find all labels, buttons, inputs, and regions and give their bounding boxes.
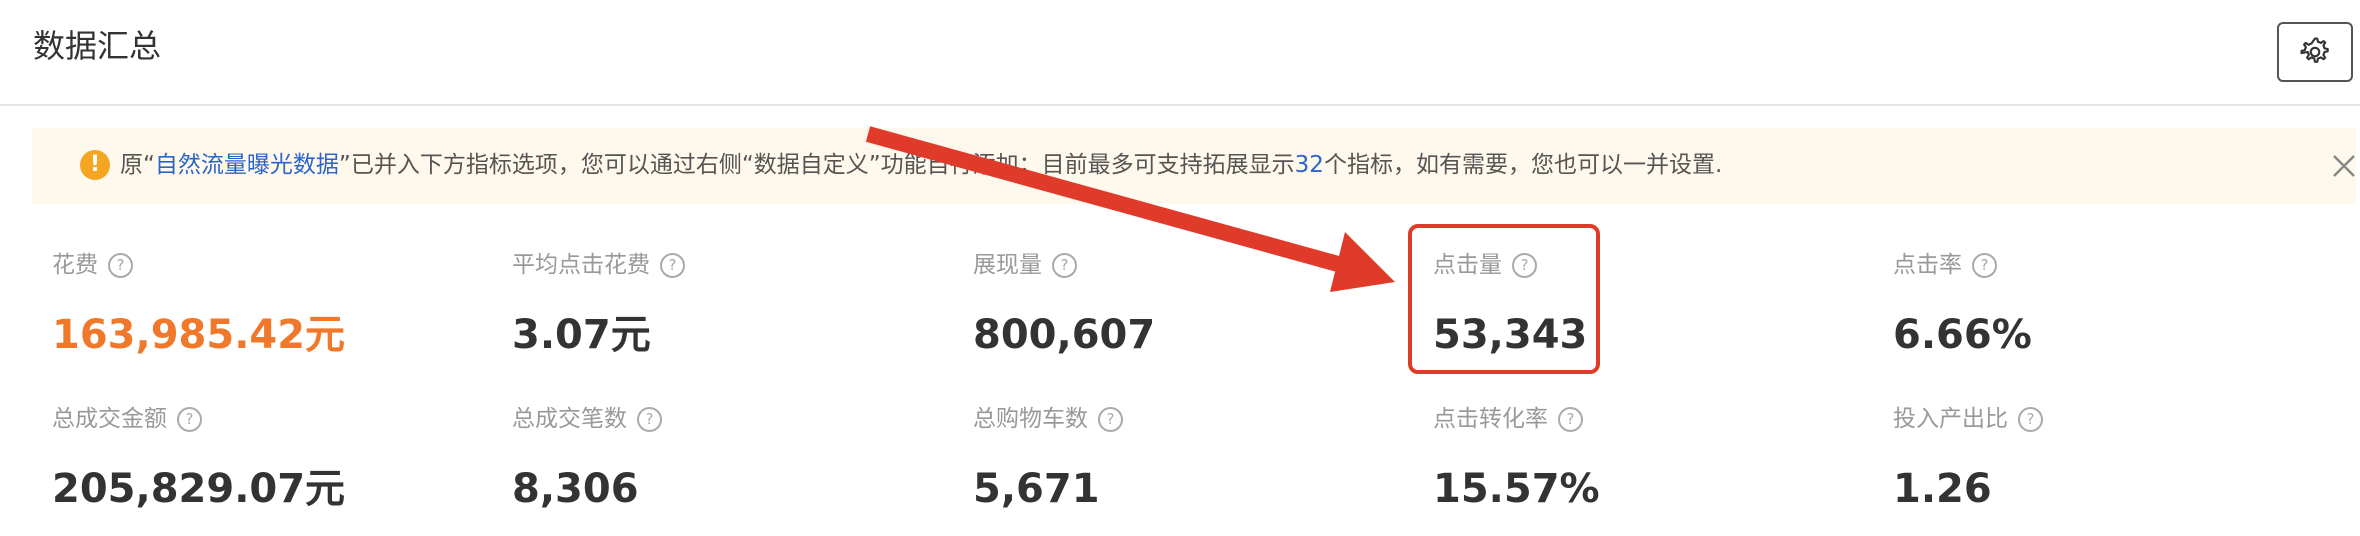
notice-middle: ”已并入下方指标选项，您可以通过右侧“数据自定义”功能自行添加；目前最多可支持拓… [338,152,1295,178]
help-icon[interactable]: ? [177,406,202,432]
metric-roi: 投入产出比 ? 1.26 [1893,404,2313,514]
metric-value: 3.07元 [512,312,651,358]
help-icon[interactable]: ? [660,252,685,278]
help-icon[interactable]: ? [1972,252,1997,278]
metric-value: 205,829.07元 [52,466,346,512]
settings-button[interactable] [2277,22,2353,82]
metric-value: 15.57% [1433,466,1600,512]
metric-label: 展现量 [973,252,1042,278]
notice-prefix: 原“ [120,152,155,178]
metric-total-sales-amount: 总成交金额 ? 205,829.07元 [52,404,472,514]
help-icon[interactable]: ? [1098,406,1123,432]
metric-total-orders: 总成交笔数 ? 8,306 [512,404,932,514]
metric-click-rate: 点击率 ? 6.66% [1893,250,2313,360]
metric-label: 总成交金额 [52,406,167,432]
gear-icon [2300,37,2329,63]
header-bar: 数据汇总 [0,0,2360,106]
help-icon[interactable]: ? [1052,252,1077,278]
metric-label: 总成交笔数 [512,406,627,432]
warning-icon: ! [80,150,110,180]
metric-label: 平均点击花费 [512,252,650,278]
notice-banner: ! 原“自然流量曝光数据”已并入下方指标选项，您可以通过右侧“数据自定义”功能自… [32,128,2356,204]
metric-impressions: 展现量 ? 800,607 [973,250,1393,360]
notice-suffix: 个指标，如有需要，您也可以一并设置. [1323,152,1723,178]
metric-value: 800,607 [973,312,1156,358]
metric-label: 总购物车数 [973,406,1088,432]
metric-avg-click-cost: 平均点击花费 ? 3.07元 [512,250,932,360]
metric-value: 5,671 [973,466,1100,512]
help-icon[interactable]: ? [108,252,133,278]
help-icon[interactable]: ? [1558,406,1583,432]
help-icon[interactable]: ? [637,406,662,432]
metric-label: 投入产出比 [1893,406,2008,432]
close-icon[interactable] [2328,150,2360,182]
metric-value: 6.66% [1893,312,2032,358]
metric-spend: 花费 ? 163,985.42元 [52,250,472,360]
metric-value: 8,306 [512,466,639,512]
highlight-box [1408,224,1600,374]
metric-label: 点击转化率 [1433,406,1548,432]
page-title: 数据汇总 [33,27,162,65]
notice-text: 原“自然流量曝光数据”已并入下方指标选项，您可以通过右侧“数据自定义”功能自行添… [120,146,1722,184]
metric-value: 1.26 [1893,466,1992,512]
metric-label: 花费 [52,252,98,278]
metric-click-conversion-rate: 点击转化率 ? 15.57% [1433,404,1853,514]
metric-total-cart-adds: 总购物车数 ? 5,671 [973,404,1393,514]
notice-link[interactable]: 自然流量曝光数据 [155,152,339,178]
help-icon[interactable]: ? [2018,406,2043,432]
metric-value: 163,985.42元 [52,312,346,358]
metric-label: 点击率 [1893,252,1962,278]
notice-count: 32 [1294,152,1324,178]
